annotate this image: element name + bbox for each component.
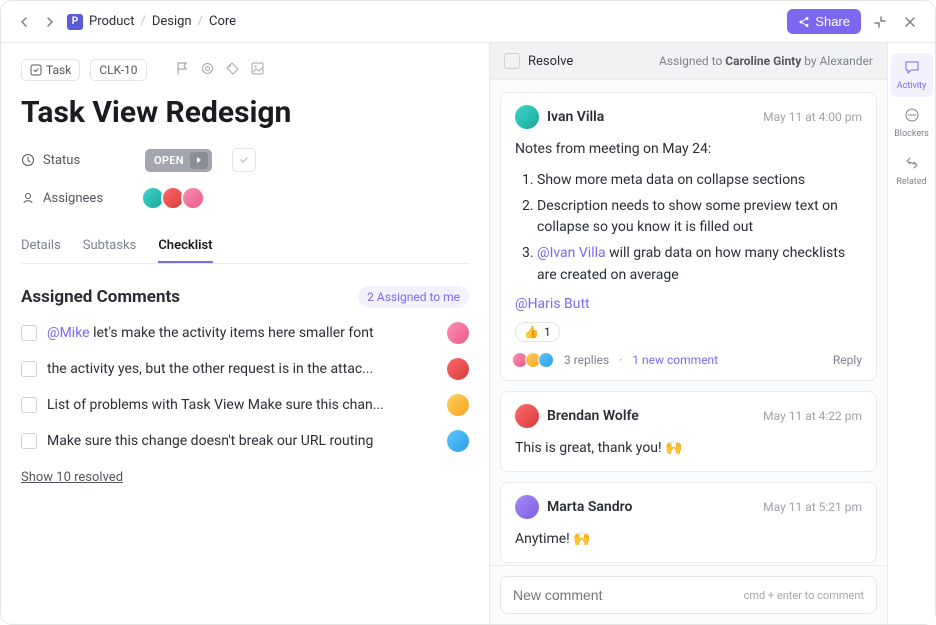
reply-avatars[interactable]	[515, 352, 554, 368]
task-icon	[30, 64, 42, 76]
task-title[interactable]: Task View Redesign	[21, 95, 469, 130]
comment-card: Ivan Villa May 11 at 4:00 pm Notes from …	[500, 92, 877, 381]
person-icon	[21, 191, 35, 205]
comment-input[interactable]	[513, 587, 744, 603]
avatar[interactable]	[515, 495, 539, 519]
comment-time: May 11 at 4:22 pm	[763, 409, 862, 423]
breadcrumb-product[interactable]: Product	[89, 14, 134, 29]
topbar: P Product / Design / Core Share	[1, 1, 935, 43]
nav-back[interactable]	[15, 13, 33, 31]
image-icon[interactable]	[250, 61, 265, 80]
comment-time: May 11 at 5:21 pm	[763, 500, 862, 514]
breadcrumb-core[interactable]: Core	[209, 14, 236, 29]
comment-author[interactable]: Ivan Villa	[547, 109, 604, 125]
avatar[interactable]	[515, 404, 539, 428]
tab-subtasks[interactable]: Subtasks	[83, 230, 137, 263]
show-resolved-link[interactable]: Show 10 resolved	[21, 470, 123, 485]
tab-details[interactable]: Details	[21, 230, 61, 263]
status-label: Status	[21, 153, 131, 168]
rail-blockers[interactable]: Blockers	[891, 101, 933, 145]
reaction-button[interactable]: 👍1	[515, 322, 560, 342]
assignees-avatars[interactable]	[145, 186, 205, 210]
resolve-label: Resolve	[528, 54, 573, 69]
avatar[interactable]	[447, 430, 469, 452]
comment-list: Show more meta data on collapse sections…	[515, 170, 862, 286]
reply-button[interactable]: Reply	[833, 353, 862, 367]
comment-card: Marta Sandro May 11 at 5:21 pm Anytime! …	[500, 482, 877, 563]
tabs: Details Subtasks Checklist	[21, 230, 469, 264]
flag-icon[interactable]	[175, 61, 190, 80]
comment-item[interactable]: Make sure this change doesn't break our …	[21, 430, 469, 452]
comment-card: Brendan Wolfe May 11 at 4:22 pm This is …	[500, 391, 877, 472]
collapse-icon[interactable]	[869, 11, 891, 33]
task-id-chip[interactable]: CLK-10	[90, 59, 146, 81]
comment-author[interactable]: Brendan Wolfe	[547, 408, 639, 424]
comment-item[interactable]: @Mike let's make the activity items here…	[21, 322, 469, 344]
chat-icon	[904, 59, 920, 79]
tag-icon[interactable]	[225, 61, 240, 80]
thread-panel: Resolve Assigned to Caroline Ginty by Al…	[489, 43, 887, 624]
right-rail: Activity Blockers Related	[887, 43, 935, 624]
composer-input-wrapper[interactable]: cmd + enter to comment	[500, 576, 877, 614]
project-badge[interactable]: P	[67, 14, 83, 30]
task-main: Task CLK-10 Task View Redesign Status OP…	[1, 43, 489, 624]
assigned-info: Assigned to Caroline Ginty by Alexander	[659, 54, 873, 68]
assigned-count-badge[interactable]: 2 Assigned to me	[358, 286, 469, 308]
checkbox[interactable]	[21, 325, 37, 341]
link-icon	[904, 155, 920, 175]
composer-hint: cmd + enter to comment	[744, 589, 864, 602]
rail-related[interactable]: Related	[891, 149, 933, 193]
target-icon[interactable]	[200, 61, 215, 80]
resolve-checkbox[interactable]	[504, 53, 520, 69]
comment-item[interactable]: the activity yes, but the other request …	[21, 358, 469, 380]
block-icon	[904, 107, 920, 127]
assignees-label: Assignees	[21, 191, 131, 206]
avatar[interactable]	[447, 358, 469, 380]
replies-count[interactable]: 3 replies	[564, 353, 609, 367]
status-next-icon[interactable]	[190, 152, 208, 169]
comment-author[interactable]: Marta Sandro	[547, 499, 632, 515]
composer: cmd + enter to comment	[490, 565, 887, 624]
new-comment-count[interactable]: 1 new comment	[632, 353, 718, 367]
breadcrumb: P Product / Design / Core	[67, 14, 236, 30]
mention-link[interactable]: @Haris Butt	[515, 296, 590, 312]
avatar[interactable]	[515, 105, 539, 129]
complete-button[interactable]	[232, 148, 256, 172]
checkbox[interactable]	[21, 397, 37, 413]
comment-item[interactable]: List of problems with Task View Make sur…	[21, 394, 469, 416]
assigned-comments-heading: Assigned Comments	[21, 287, 180, 307]
checkbox[interactable]	[21, 361, 37, 377]
task-type-chip[interactable]: Task	[21, 59, 80, 81]
close-icon[interactable]	[899, 11, 921, 33]
status-icon	[21, 153, 35, 167]
status-pill[interactable]: OPEN	[145, 149, 212, 172]
comment-time: May 11 at 4:00 pm	[763, 110, 862, 124]
share-button[interactable]: Share	[787, 9, 861, 34]
avatar[interactable]	[447, 322, 469, 344]
breadcrumb-design[interactable]: Design	[152, 14, 192, 29]
avatar[interactable]	[447, 394, 469, 416]
nav-forward[interactable]	[41, 13, 59, 31]
checkbox[interactable]	[21, 433, 37, 449]
rail-activity[interactable]: Activity	[891, 53, 933, 97]
avatar[interactable]	[181, 186, 205, 210]
share-icon	[798, 16, 810, 28]
tab-checklist[interactable]: Checklist	[158, 230, 212, 263]
